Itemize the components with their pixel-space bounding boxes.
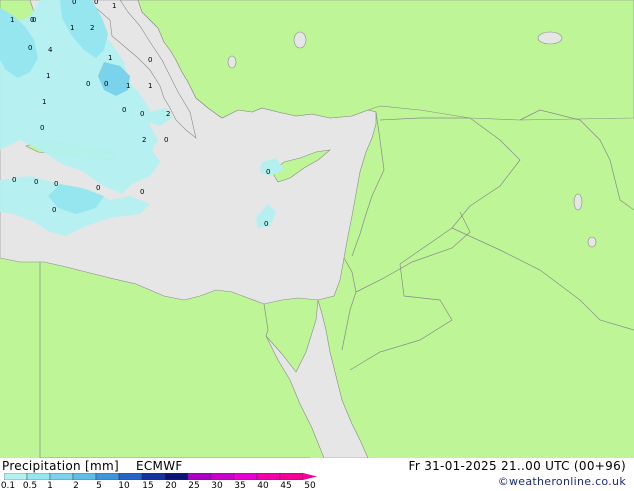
precip-point-value: 1 <box>148 82 152 90</box>
model-name: ECMWF <box>136 459 183 473</box>
precip-point-value: 1 <box>42 98 46 106</box>
lake-5 <box>587 236 597 248</box>
precip-point-value: 0 <box>34 178 38 186</box>
precip-point-value: 2 <box>90 24 94 32</box>
precip-point-value: 1 <box>112 2 116 10</box>
precip-point-value: 1 <box>70 24 74 32</box>
legend-colorbar <box>4 473 317 480</box>
lake-3 <box>227 55 237 69</box>
legend-color-step <box>164 473 189 480</box>
legend-color-step <box>95 473 120 480</box>
credit-link[interactable]: ©weatheronline.co.uk <box>498 475 626 488</box>
precip-point-value: 0 <box>264 220 268 228</box>
precip-point-value: 0 <box>30 16 34 24</box>
legend-color-step <box>233 473 258 480</box>
precip-point-value: 0 <box>12 176 16 184</box>
precip-point-value: 0 <box>104 80 108 88</box>
lake-1 <box>293 31 307 49</box>
lake-4 <box>573 193 583 211</box>
precip-point-value: 0 <box>266 168 270 176</box>
precip-point-value: 2 <box>142 136 146 144</box>
footer: Precipitation [mm] ECMWF Fr 31-01-2025 2… <box>0 458 634 491</box>
precip-point-value: 0 <box>140 110 144 118</box>
precip-point-value: 1 <box>10 16 14 24</box>
product-title: Precipitation [mm] <box>2 459 119 473</box>
precip-point-value: 0 <box>86 80 90 88</box>
precip-point-value: 4 <box>48 46 53 54</box>
precip-point-value: 0 <box>148 56 152 64</box>
legend-color-step <box>210 473 235 480</box>
precipitation-map: 1 001 2104011 00 1 120102 00 0 0 0 0000000 <box>0 0 634 458</box>
precip-point-value: 0 <box>122 106 126 114</box>
legend-arrow <box>303 473 317 480</box>
legend-color-step <box>49 473 74 480</box>
legend-color-step <box>187 473 212 480</box>
precip-point-value: 1 <box>108 54 112 62</box>
precip-point-value: 0 <box>94 0 98 6</box>
precip-point-value: 1 <box>126 82 130 90</box>
legend-color-step <box>72 473 97 480</box>
precip-point-value: 0 <box>96 184 100 192</box>
precip-point-value: 1 <box>46 72 50 80</box>
legend-color-step <box>118 473 143 480</box>
legend-color-step <box>4 473 28 480</box>
legend-color-step <box>256 473 281 480</box>
precip-point-value: 2 <box>166 110 170 118</box>
precip-point-value: 0 <box>140 188 144 196</box>
legend-color-step <box>279 473 304 480</box>
legend-color-step <box>141 473 166 480</box>
legend-color-step <box>26 473 51 480</box>
precip-point-value: 0 <box>164 136 168 144</box>
precip-point-value: 0 <box>40 124 44 132</box>
precip-point-value: 0 <box>72 0 76 6</box>
precip-point-value: 0 <box>28 44 32 52</box>
precip-point-value: 0 <box>52 206 56 214</box>
lake-2 <box>537 31 563 45</box>
precip-point-value: 0 <box>54 180 58 188</box>
valid-time: Fr 31-01-2025 21..00 UTC (00+96) <box>408 459 626 473</box>
